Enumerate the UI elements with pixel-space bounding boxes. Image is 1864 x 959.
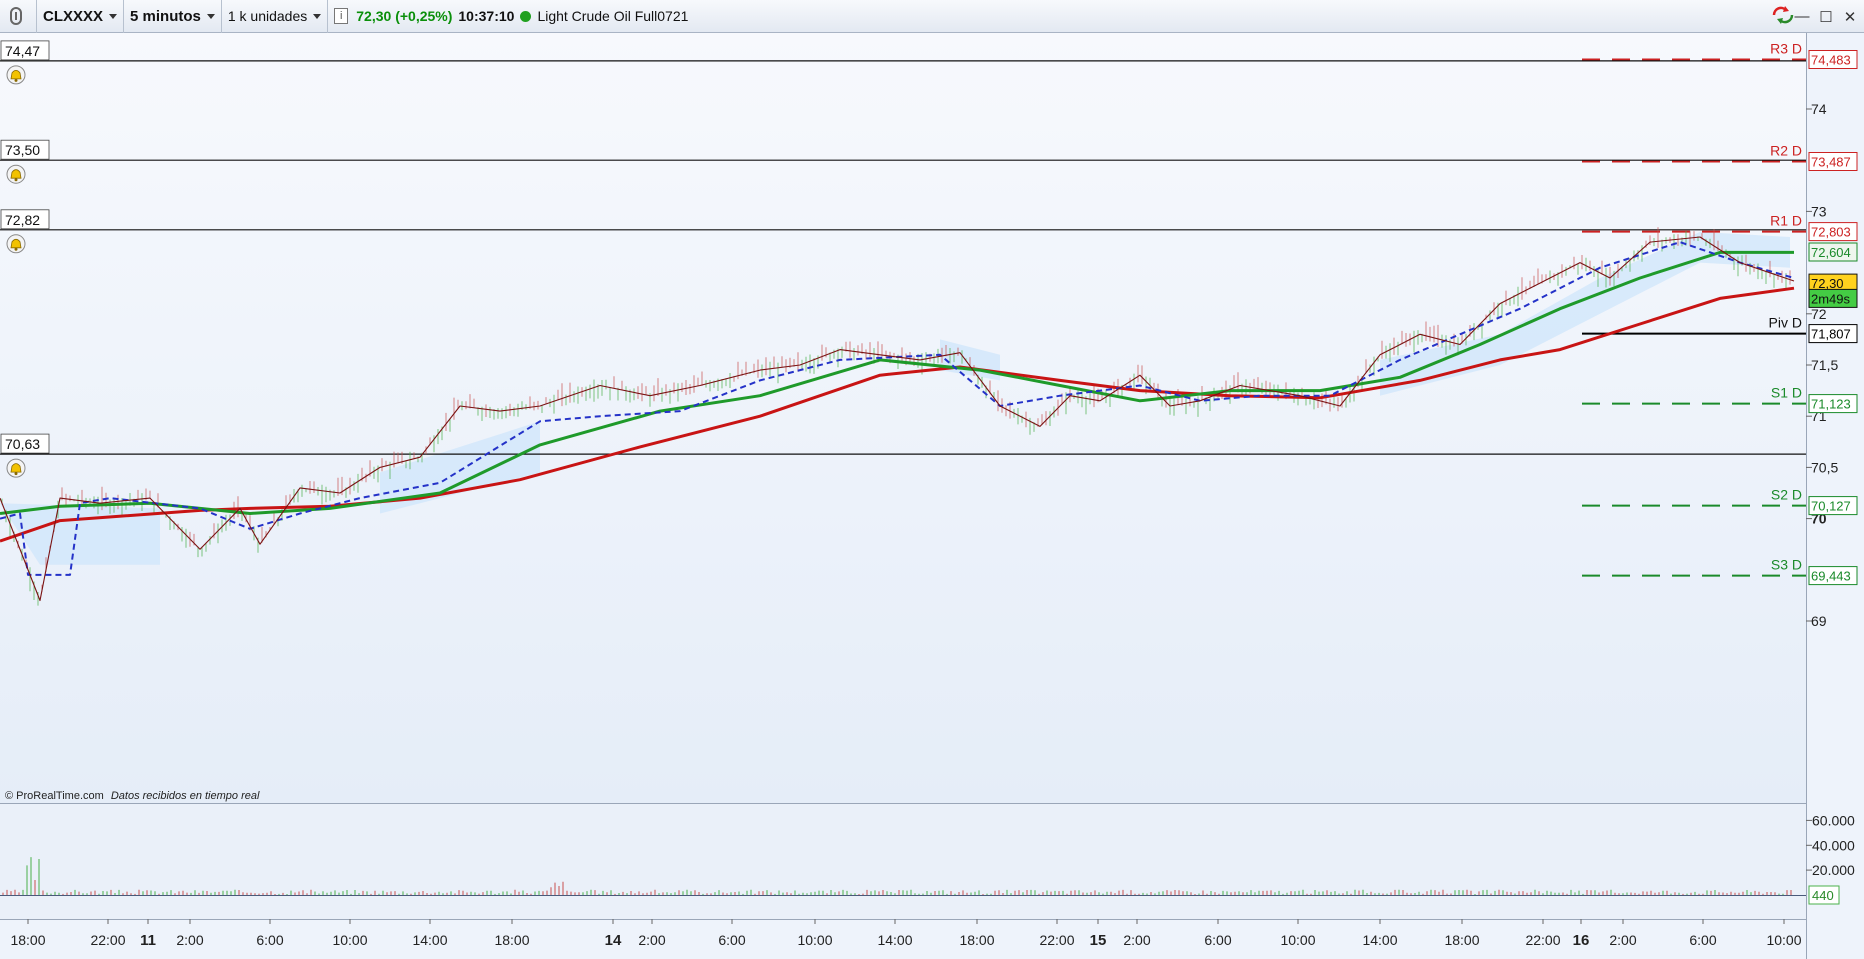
refresh-icon[interactable]	[1770, 5, 1794, 29]
y-tick-label: 71,5	[1811, 357, 1838, 373]
x-tick-label: 14:00	[412, 932, 447, 948]
copyright-text: © ProRealTime.com	[5, 790, 104, 802]
x-tick-label: 6:00	[256, 932, 283, 948]
pivot-value: 71,807	[1811, 327, 1851, 342]
x-tick-label: 10:00	[1766, 932, 1801, 948]
price-tag: 72,30	[1811, 276, 1844, 291]
x-tick-label: 16	[1573, 932, 1590, 949]
x-tick-label: 2:00	[638, 932, 665, 948]
x-tick-label: 11	[140, 932, 156, 949]
pivot-name: S3 D	[1771, 557, 1802, 573]
bell-icon-clapper	[14, 178, 18, 182]
price-tag: 2m49s	[1811, 291, 1851, 306]
x-tick-label: 2:00	[176, 932, 203, 948]
x-tick-label: 14	[605, 932, 622, 949]
info-icon[interactable]: i	[334, 8, 349, 24]
price-chart[interactable]: R3 D R2 D R1 D Piv D S1 D S2 D S3 D 74,47 73,50…	[0, 33, 1864, 959]
pivot-value: 70,127	[1811, 499, 1851, 514]
x-tick-label: 22:00	[1039, 932, 1074, 948]
volume-last-value: 440	[1812, 888, 1834, 903]
volume-panel-background	[0, 804, 1806, 919]
realtime-note: Datos recibidos en tiempo real	[110, 790, 260, 802]
pivot-value: 69,443	[1811, 569, 1851, 584]
pivot-name: R1 D	[1770, 213, 1802, 229]
bell-icon[interactable]	[6, 164, 26, 184]
bell-icon[interactable]	[6, 458, 26, 478]
link-button[interactable]	[0, 0, 37, 33]
close-button[interactable]: ✕	[1842, 8, 1858, 26]
bell-icon-clapper	[14, 78, 18, 82]
chart-toolbar: CLXXXX 5 minutos 1 k unidades i 72,30 (+…	[0, 0, 1864, 33]
symbol-label: CLXXXX	[43, 7, 104, 25]
window-controls: — ☐ ✕	[1770, 0, 1858, 33]
price-tag: 72,604	[1811, 245, 1851, 260]
link-icon	[6, 6, 26, 26]
x-tick-label: 10:00	[797, 932, 832, 948]
volume-y-tick-label: 40.000	[1812, 837, 1855, 853]
last-price: 72,30 (+0,25%)	[356, 8, 453, 24]
units-label: 1 k unidades	[227, 8, 308, 24]
x-tick-label: 2:00	[1609, 932, 1636, 948]
y-tick-label: 73	[1811, 203, 1827, 219]
bell-icon-clapper	[14, 472, 18, 476]
volume-y-tick-label: 20.000	[1812, 862, 1855, 878]
units-selector[interactable]: 1 k unidades	[222, 0, 329, 33]
x-tick-label: 6:00	[718, 932, 745, 948]
x-tick-label: 14:00	[877, 932, 912, 948]
price-panel-background	[0, 33, 1806, 803]
pivot-name: R3 D	[1770, 41, 1802, 57]
minimize-button[interactable]: —	[1794, 8, 1810, 25]
bell-icon-clapper	[14, 247, 18, 251]
maximize-button[interactable]: ☐	[1818, 8, 1834, 26]
chevron-down-icon	[313, 13, 322, 19]
x-tick-label: 15	[1090, 932, 1107, 949]
x-tick-label: 2:00	[1123, 932, 1150, 948]
alert-label: 74,47	[5, 43, 40, 59]
instrument-name: Light Crude Oil Full0721	[537, 8, 689, 24]
x-tick-label: 6:00	[1204, 932, 1231, 948]
pivot-name: Piv D	[1769, 315, 1802, 331]
chevron-down-icon	[109, 13, 118, 19]
x-tick-label: 18:00	[1444, 932, 1479, 948]
quote-time: 10:37:10	[458, 8, 515, 24]
alert-label: 73,50	[5, 142, 40, 158]
quote-info: i 72,30 (+0,25%) 10:37:10 Light Crude Oi…	[328, 0, 694, 33]
y-tick-label: 70,5	[1811, 459, 1838, 475]
x-tick-label: 22:00	[90, 932, 125, 948]
pivot-value: 73,487	[1811, 155, 1851, 170]
timeframe-selector[interactable]: 5 minutos	[124, 0, 222, 33]
pivot-name: S1 D	[1771, 385, 1802, 401]
pivot-name: S2 D	[1771, 487, 1802, 503]
x-tick-label: 18:00	[494, 932, 529, 948]
alert-label: 72,82	[5, 212, 40, 228]
x-tick-label: 10:00	[332, 932, 367, 948]
symbol-selector[interactable]: CLXXXX	[37, 0, 125, 33]
alert-label: 70,63	[5, 436, 40, 452]
pivot-name: R2 D	[1770, 143, 1802, 159]
y-tick-label: 74	[1811, 101, 1827, 117]
bell-icon[interactable]	[6, 234, 26, 254]
x-tick-label: 10:00	[1280, 932, 1315, 948]
x-tick-label: 22:00	[1525, 932, 1560, 948]
volume-y-tick-label: 60.000	[1812, 812, 1855, 828]
timeframe-label: 5 minutos	[130, 7, 201, 25]
status-dot-icon	[520, 10, 532, 22]
x-tick-label: 6:00	[1689, 932, 1716, 948]
bell-icon[interactable]	[6, 65, 26, 85]
pivot-value: 74,483	[1811, 53, 1851, 68]
chevron-down-icon	[206, 13, 215, 19]
x-tick-label: 18:00	[959, 932, 994, 948]
pivot-value: 72,803	[1811, 225, 1851, 240]
y-tick-label: 72	[1811, 306, 1827, 322]
y-tick-label: 69	[1811, 613, 1827, 629]
x-tick-label: 18:00	[10, 932, 45, 948]
pivot-value: 71,123	[1811, 397, 1851, 412]
x-tick-label: 14:00	[1362, 932, 1397, 948]
copyright-note: © ProRealTime.com Datos recibidos en tie…	[5, 790, 259, 802]
